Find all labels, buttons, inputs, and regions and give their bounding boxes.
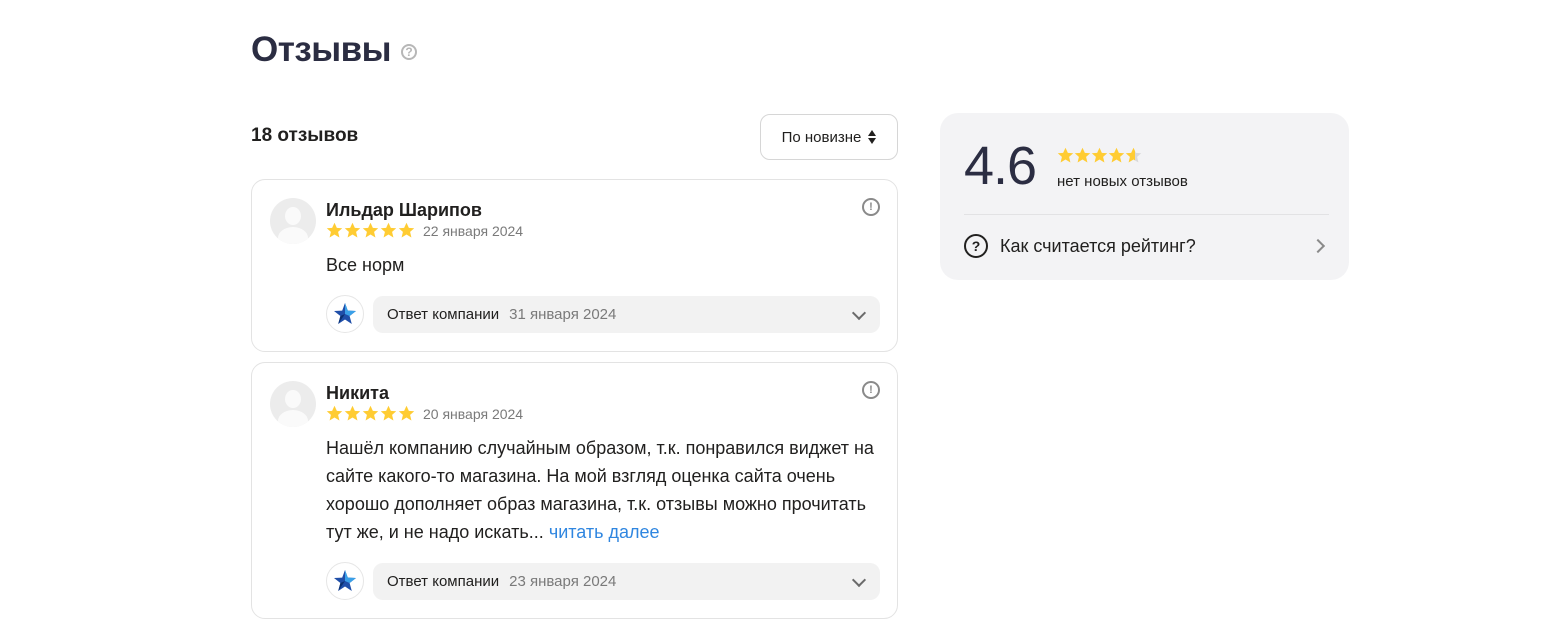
star-icon	[362, 405, 379, 421]
chevron-down-icon	[851, 305, 867, 321]
sort-button[interactable]: По новизне	[760, 114, 898, 160]
company-logo-icon	[326, 562, 364, 600]
reply-date: 31 января 2024	[509, 306, 617, 323]
reviews-count: 18 отзывов	[251, 125, 359, 146]
rating-panel: 4.6 нет новых отзывов ? Как считается ре…	[940, 113, 1349, 280]
reviews-header: Отзывы ?	[251, 30, 418, 70]
help-icon[interactable]: ?	[401, 44, 418, 60]
chevron-right-icon	[1310, 238, 1326, 254]
rating-stars	[1057, 147, 1142, 164]
star-icon	[1108, 147, 1125, 163]
reply-label: Ответ компании	[387, 573, 500, 590]
review-stars	[326, 405, 415, 422]
review-author[interactable]: Ильдар Шарипов	[326, 200, 482, 221]
reviews-page: Отзывы ? 18 отзывов По новизне Ильдар Ша…	[0, 0, 1557, 641]
page-title: Отзывы	[251, 30, 392, 69]
rating-value: 4.6	[964, 136, 1037, 196]
sort-label: По новизне	[781, 128, 862, 146]
star-icon	[1125, 147, 1142, 163]
company-reply-toggle[interactable]: Ответ компании 31 января 2024	[373, 296, 880, 333]
star-icon	[344, 222, 361, 238]
review-text: Нашёл компанию случайным образом, т.к. п…	[326, 434, 886, 546]
review-card: Ильдар Шарипов 22 января 2024 ! Все норм…	[251, 179, 898, 352]
avatar[interactable]	[270, 381, 316, 427]
question-circle-icon: ?	[964, 234, 988, 258]
review-text: Все норм	[326, 251, 886, 279]
star-icon	[380, 405, 397, 421]
star-icon	[326, 222, 343, 238]
sort-arrows-icon	[868, 130, 877, 144]
star-icon	[1057, 147, 1074, 163]
rating-info-link[interactable]: ? Как считается рейтинг?	[964, 233, 1329, 259]
read-more-link[interactable]: читать далее	[549, 522, 660, 542]
chevron-down-icon	[851, 572, 867, 588]
star-icon	[326, 405, 343, 421]
review-text-body: Все норм	[326, 255, 405, 275]
company-reply-toggle[interactable]: Ответ компании 23 января 2024	[373, 563, 880, 600]
reply-label: Ответ компании	[387, 306, 500, 323]
star-icon	[380, 222, 397, 238]
review-date: 20 января 2024	[423, 406, 524, 422]
star-icon	[1091, 147, 1108, 163]
avatar[interactable]	[270, 198, 316, 244]
star-icon	[398, 222, 415, 238]
star-icon	[1074, 147, 1091, 163]
star-icon	[362, 222, 379, 238]
star-icon	[344, 405, 361, 421]
divider	[964, 214, 1329, 215]
review-card: Никита 20 января 2024 ! Нашёл компанию с…	[251, 362, 898, 619]
star-icon	[398, 405, 415, 421]
reply-date: 23 января 2024	[509, 573, 617, 590]
company-logo-icon	[326, 295, 364, 333]
review-stars	[326, 222, 415, 239]
rating-subtitle: нет новых отзывов	[1057, 173, 1188, 190]
report-icon[interactable]: !	[862, 381, 880, 399]
rating-info-label: Как считается рейтинг?	[1000, 235, 1196, 256]
report-icon[interactable]: !	[862, 198, 880, 216]
review-date: 22 января 2024	[423, 223, 524, 239]
review-author[interactable]: Никита	[326, 383, 389, 404]
